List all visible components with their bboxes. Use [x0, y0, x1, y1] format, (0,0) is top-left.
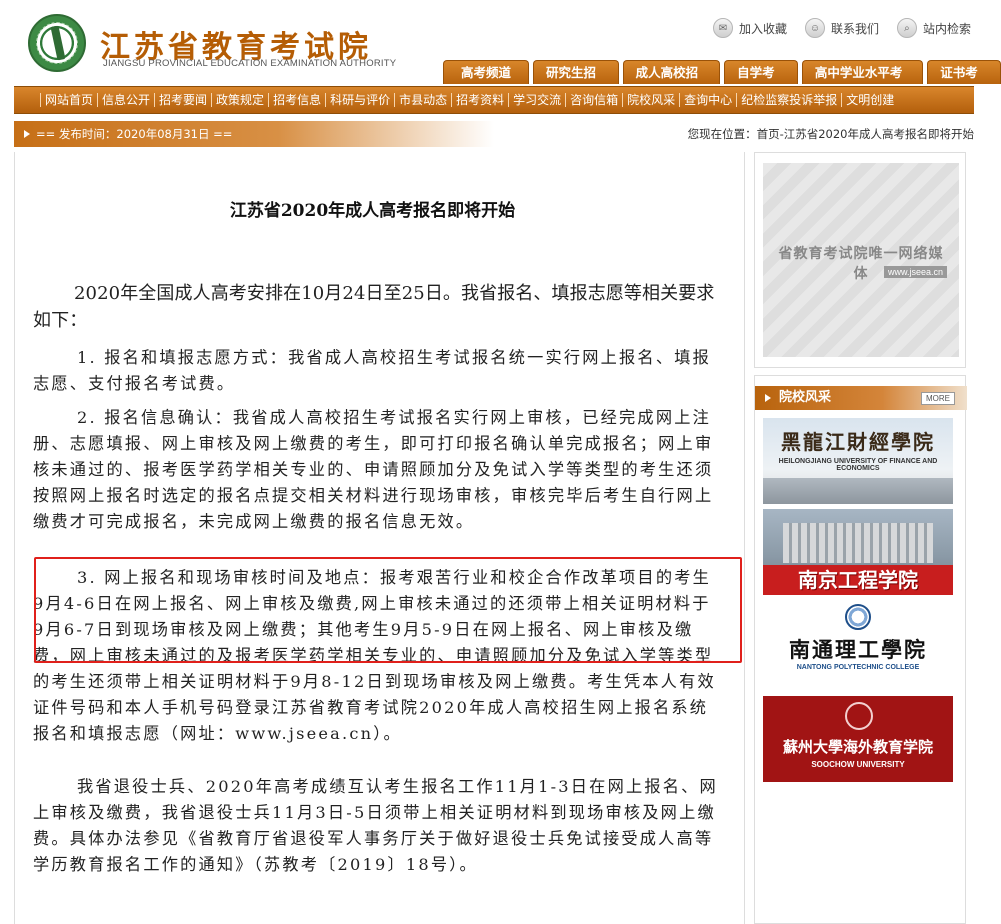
info-bar: == 发布时间：2020年08月31日 == 您现在位置：首页-江苏省2020年…: [14, 121, 974, 147]
search-icon: ⌕: [896, 18, 917, 38]
tab-self-study[interactable]: 自学考试: [724, 60, 798, 104]
ad-banner[interactable]: 省教育考试院唯一网络媒体 www.jseea.cn: [763, 163, 959, 357]
site-subtitle: JIANGSU PROVINCIAL EDUCATION EXAMINATION…: [103, 58, 397, 69]
school-banner-nantong[interactable]: 南通理工學院 NANTONG POLYTECHNIC COLLEGE: [763, 602, 953, 688]
highlight-box: [34, 557, 742, 663]
nav-info-public[interactable]: 信息公开: [97, 93, 154, 107]
nav-news[interactable]: 招考要闻: [154, 93, 211, 107]
nav-home[interactable]: 网站首页: [40, 93, 97, 107]
site-search-label: 站内检索: [922, 21, 971, 36]
school-name-en: SOOCHOW UNIVERSITY: [811, 760, 905, 769]
top-links: ✉ 加入收藏 ☺ 联系我们 ⌕ 站内检索: [712, 18, 971, 38]
campus-image: [783, 523, 933, 563]
sidebar-ad-box: 省教育考试院唯一网络媒体 www.jseea.cn: [754, 152, 966, 368]
nav-local-news[interactable]: 市县动态: [394, 93, 451, 107]
nav-research[interactable]: 科研与评价: [325, 93, 394, 107]
nav-query[interactable]: 查询中心: [679, 93, 736, 107]
add-bookmark-label: 加入收藏: [738, 21, 787, 36]
school-name: 南通理工學院: [789, 637, 927, 662]
more-button[interactable]: MORE: [921, 392, 955, 405]
tab-high-school-test[interactable]: 高中学业水平考试: [801, 60, 924, 104]
contact-icon: ☺: [804, 18, 825, 38]
add-bookmark-link[interactable]: ✉ 加入收藏: [712, 18, 787, 38]
schools-section-header: 院校风采 MORE: [755, 386, 967, 410]
tab-graduate[interactable]: 研究生招生: [532, 60, 619, 104]
school-name-en: NANTONG POLYTECHNIC COLLEGE: [796, 664, 920, 671]
nav-exam-info[interactable]: 招考信息: [268, 93, 325, 107]
tab-gaokao[interactable]: 高考频道: [443, 60, 529, 84]
school-name: 黑龍江財經學院: [781, 430, 935, 454]
sidebar-schools-box: 院校风采 MORE 黑龍江財經學院 HEILONGJIANG UNIVERSIT…: [754, 375, 967, 924]
channel-tabs: 高考频道 研究生招生 成人高校招生 自学考试 高中学业水平考试 证书考试: [443, 60, 1001, 104]
school-seal-icon: [845, 702, 873, 730]
nav-complaint[interactable]: 纪检监察投诉举报: [736, 93, 841, 107]
nav-policy[interactable]: 政策规定: [211, 93, 268, 107]
article-paragraph-4: 我省退役士兵、2020年高考成绩互认考生报名工作11月1-3日在网上报名、网上审…: [33, 777, 718, 874]
school-name-en: HEILONGJIANG UNIVERSITY OF FINANCE AND E…: [778, 458, 938, 472]
site-search-link[interactable]: ⌕ 站内检索: [896, 18, 971, 38]
article-paragraph-2: 2. 报名信息确认：我省成人高校招生考试报名实行网上审核，已经完成网上注册、志愿…: [33, 408, 714, 531]
nav-civilization[interactable]: 文明创建: [841, 93, 898, 107]
publish-time: == 发布时间：2020年08月31日 ==: [14, 121, 494, 147]
school-name: 蘇州大學海外教育学院: [782, 738, 933, 756]
nav-schools[interactable]: 院校风采: [622, 93, 679, 107]
school-banner-heilongjiang[interactable]: 黑龍江財經學院 HEILONGJIANG UNIVERSITY OF FINAN…: [763, 418, 953, 504]
logo-emblem-icon[interactable]: [28, 14, 86, 72]
nav-materials[interactable]: 招考资料: [451, 93, 508, 107]
article-lead: 2020年全国成人高考安排在10月24日至25日。我省报名、填报志愿等相关要求如…: [33, 283, 715, 331]
schools-section-title: 院校风采: [779, 390, 832, 405]
article-paragraph-1: 1. 报名和填报志愿方式：我省成人高校招生考试报名统一实行网上报名、填报志愿、支…: [33, 348, 711, 393]
campus-image: [763, 478, 953, 504]
ad-url: www.jseea.cn: [883, 266, 947, 278]
bookmark-icon: ✉: [712, 18, 733, 38]
school-seal-icon: [845, 604, 871, 630]
contact-us-link[interactable]: ☺ 联系我们: [804, 18, 879, 38]
tab-adult-college[interactable]: 成人高校招生: [622, 60, 721, 104]
site-header: 江苏省教育考试院 JIANGSU PROVINCIAL EDUCATION EX…: [0, 0, 1001, 104]
school-banner-nanjing[interactable]: 南京工程学院: [763, 509, 953, 595]
school-banner-soochow[interactable]: 蘇州大學海外教育学院 SOOCHOW UNIVERSITY: [763, 696, 953, 782]
nav-exchange[interactable]: 学习交流: [508, 93, 565, 107]
breadcrumb[interactable]: 您现在位置：首页-江苏省2020年成人高考报名即将开始: [688, 121, 974, 147]
nav-mailbox[interactable]: 咨询信箱: [565, 93, 622, 107]
main-nav: 网站首页 信息公开 招考要闻 政策规定 招考信息 科研与评价 市县动态 招考资料…: [14, 86, 974, 114]
article-title: 江苏省2020年成人高考报名即将开始: [229, 201, 516, 221]
tab-certificate[interactable]: 证书考试: [927, 60, 1001, 104]
contact-us-label: 联系我们: [830, 21, 879, 36]
school-name: 南京工程学院: [798, 568, 918, 592]
